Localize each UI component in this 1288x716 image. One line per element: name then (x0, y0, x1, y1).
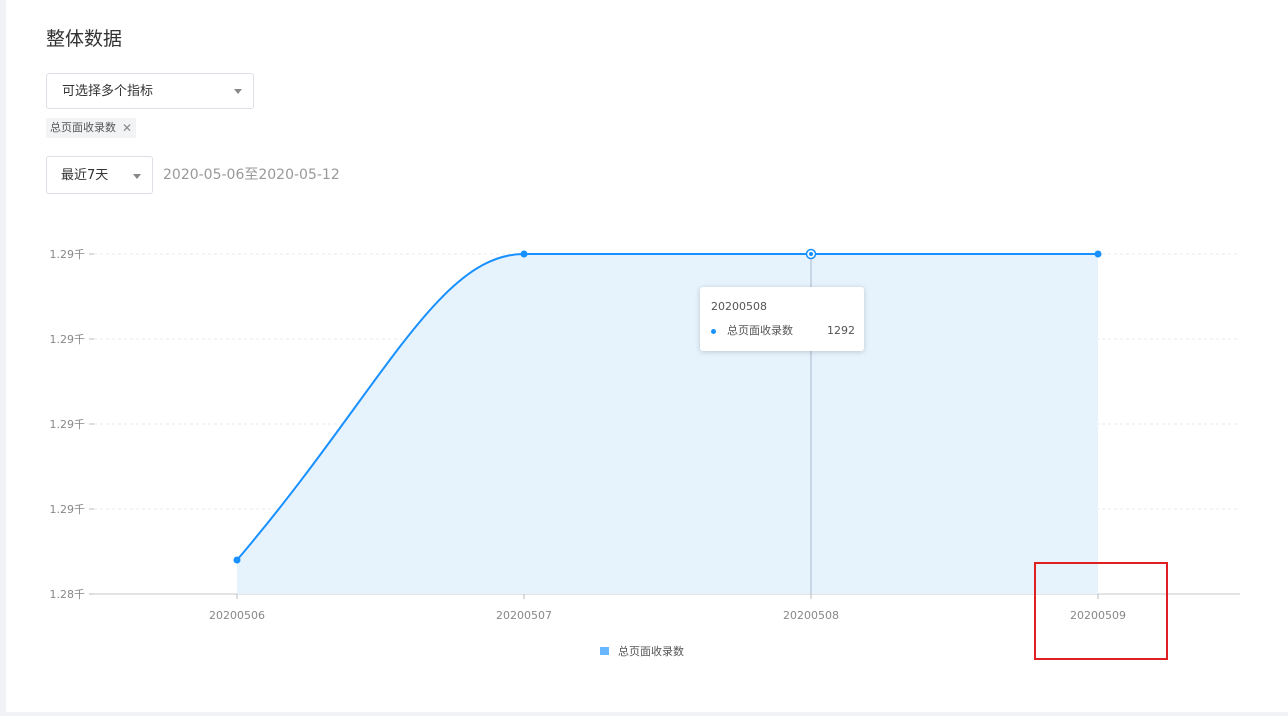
data-point-core (809, 252, 813, 256)
legend-swatch (600, 647, 609, 655)
tooltip-title: 20200508 (711, 300, 767, 313)
tooltip-series-name: 总页面收录数 (727, 324, 793, 337)
y-tick-label: 1.29千 (50, 503, 86, 516)
line-chart: 1.28千 1.29千 1.29千 1.29千 1.29千 20200506 2020050… (50, 248, 1240, 622)
y-tick-label: 1.28千 (50, 588, 86, 601)
y-tick-label: 1.29千 (50, 418, 86, 431)
chart-tooltip: 20200508 总页面收录数 1292 (700, 287, 864, 351)
y-tick-label: 1.29千 (50, 248, 86, 261)
x-tick-label: 20200509 (1070, 609, 1126, 622)
data-point (520, 250, 528, 258)
tooltip-series-dot (711, 329, 716, 334)
x-tick-label: 20200507 (496, 609, 552, 622)
x-tick-label: 20200506 (209, 609, 265, 622)
data-point (1094, 250, 1102, 258)
series-area (237, 254, 1098, 594)
data-point (233, 556, 241, 564)
x-tick-label: 20200508 (783, 609, 839, 622)
tooltip-value: 1292 (827, 324, 855, 337)
y-tick-label: 1.29千 (50, 333, 86, 346)
legend-label: 总页面收录数 (618, 645, 684, 658)
chart-legend[interactable]: 总页面收录数 (600, 643, 684, 659)
